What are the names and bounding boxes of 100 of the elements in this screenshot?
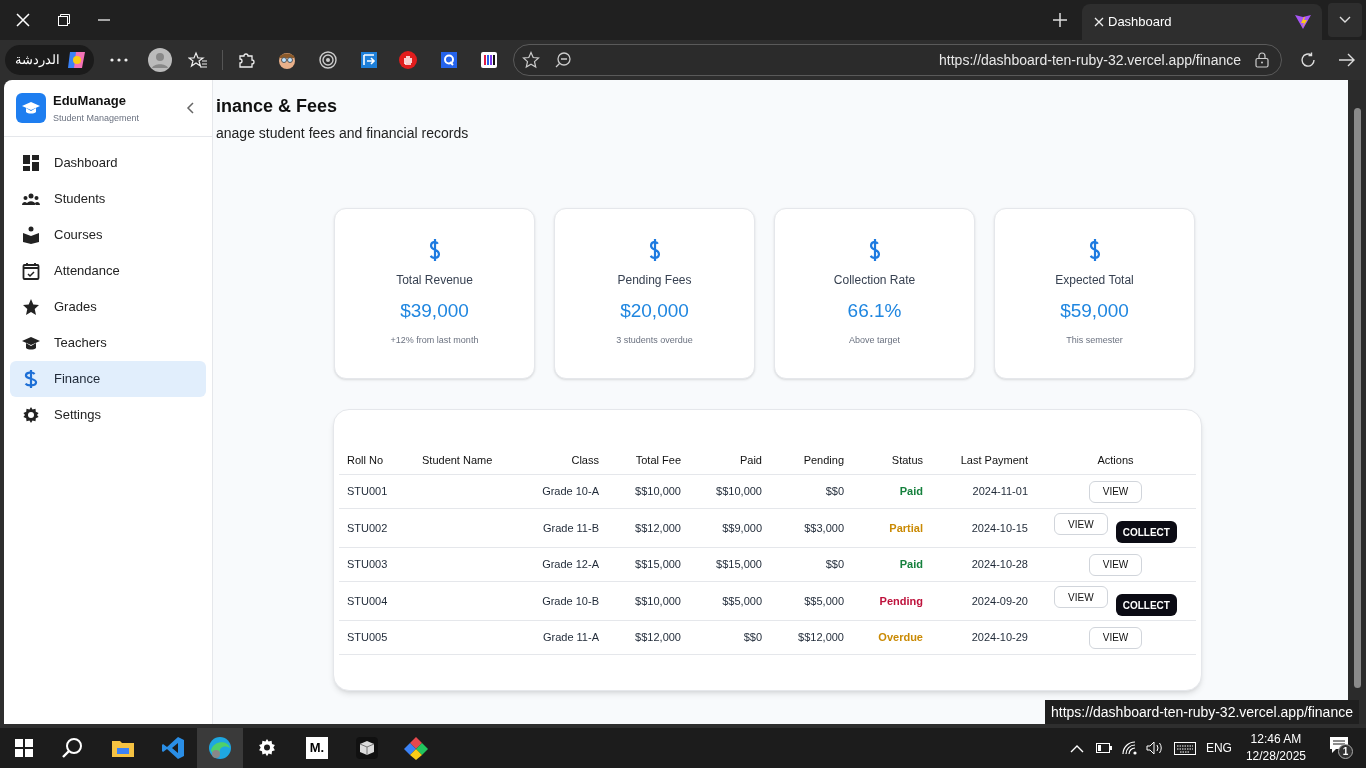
sidebar-item[interactable]: Courses [10,217,206,253]
table-cell-text: Grade 11-B [541,520,600,536]
battery-icon[interactable] [1095,743,1112,753]
table-cell-text: STU004 [346,593,389,609]
view-button[interactable]: VIEW [1088,480,1143,503]
table-cell-text: STU001 [346,484,389,500]
dollar-icon [427,239,442,261]
table-cell-text: STU003 [346,557,389,573]
table-cell-text: 2024-10-28 [970,557,1029,573]
arrow-square-icon[interactable] [361,52,377,68]
folder-icon[interactable] [111,738,135,758]
gear-icon [22,406,40,424]
speaker-icon[interactable] [1145,741,1164,755]
status-text: Paid [898,557,924,573]
new-tab-icon[interactable] [1052,12,1068,28]
table-cell-text: $$0 [824,484,845,500]
page-title: inance & Fees [216,95,339,118]
stat-label: Pending Fees [617,272,692,289]
gear-icon[interactable] [257,738,277,758]
table-cell-text: $$3,000 [803,520,845,536]
sidebar-item[interactable]: Attendance [10,253,206,289]
copilot-chat-button[interactable]: الدردشة [5,45,94,75]
table-cell-text: 2024-11-01 [971,484,1029,500]
bars-square-icon[interactable] [481,52,497,68]
stat-label: Collection Rate [833,272,916,289]
chevron-down-icon [1339,16,1351,24]
brand-subtitle: Student Management [53,112,141,125]
sidebar-item[interactable]: Finance [10,361,206,397]
sidebar-item[interactable]: Students [10,181,206,217]
more-icon[interactable] [110,58,128,62]
reload-icon[interactable] [1300,52,1316,68]
browser-tab[interactable]: Dashboard [1082,4,1322,40]
target-icon[interactable] [319,51,337,69]
collect-button[interactable]: COLLECT [1115,594,1177,616]
wifi-icon[interactable] [1121,741,1138,755]
table-cell-text: $$10,000 [634,593,682,609]
restore-icon[interactable] [58,14,70,26]
table-cell-text: $$0 [824,557,845,573]
table-cell-text: $$5,000 [803,593,845,609]
table-cell-text: $$12,000 [634,630,682,646]
windows-start-icon[interactable] [15,739,33,757]
cartoon-face-icon[interactable] [277,50,297,70]
sidebar-item[interactable]: Grades [10,289,206,325]
table-cell-text: $$10,000 [634,484,682,500]
table-cell-text: Grade 10-B [541,593,600,609]
sidebar-item[interactable]: Settings [10,397,206,433]
column-header: Class [570,453,600,468]
table-cell-text: Grade 11-A [541,630,600,646]
stat-value: 66.1% [847,299,902,323]
cube-icon[interactable] [356,737,378,759]
sidebar-item[interactable]: Teachers [10,325,206,361]
column-header: Paid [738,453,763,468]
search-icon[interactable] [61,737,83,759]
column-header: Total Fee [634,453,682,468]
zoom-out-icon[interactable] [554,51,572,69]
status-text: Overdue [877,630,924,646]
code-editor-icon[interactable] [161,736,185,760]
column-header: Student Name [421,453,494,468]
app-letter-tile[interactable]: M. [306,737,328,759]
lock-icon[interactable] [1255,52,1269,68]
favorites-icon[interactable] [188,51,208,69]
brand-name: EduManage [53,91,127,110]
link-status-tooltip: https://dashboard-ten-ruby-32.vercel.app/finance [1045,700,1359,724]
profile-avatar-icon[interactable] [148,48,172,72]
clock[interactable]: 12:46 AM 12/28/2025 [1245,731,1306,765]
star-icon [22,298,40,316]
collect-button[interactable]: COLLECT [1115,521,1177,543]
star-icon[interactable] [522,51,540,69]
view-button[interactable]: VIEW [1054,513,1108,535]
keyboard-icon[interactable] [1173,741,1196,755]
graduation-cap-icon [22,334,40,352]
table-cell-text: Grade 10-A [541,484,600,500]
notification-center-button[interactable]: 1 [1330,737,1352,759]
browser-taskbar-button[interactable] [197,728,243,768]
address-bar[interactable]: https://dashboard-ten-ruby-32.vercel.app/finance [513,44,1282,76]
forward-arrow-icon[interactable] [1338,53,1356,67]
page-subtitle: anage student fees and financial records [216,124,470,143]
language-indicator[interactable]: ENG [1205,739,1232,757]
stat-note: +12% from last month [390,333,479,347]
view-button[interactable]: VIEW [1088,553,1143,576]
stat-note: This semester [1066,333,1123,347]
view-button[interactable]: VIEW [1088,626,1143,649]
dollar-icon [867,239,882,261]
close-icon[interactable] [1094,17,1104,27]
letter-square-icon[interactable] [441,52,457,68]
puzzle-icon[interactable] [237,51,255,69]
column-header: Roll No [346,453,385,468]
sidebar-item[interactable]: Dashboard [10,145,206,181]
collapse-chevron-icon[interactable] [186,102,194,114]
tab-list-button[interactable] [1328,3,1362,37]
chevron-up-icon[interactable] [1069,743,1084,753]
table-cell-text: $$9,000 [721,520,763,536]
diamond-blocks-icon[interactable] [404,736,428,760]
stat-value: $20,000 [620,299,689,323]
column-header: Pending [802,453,845,468]
table-cell-text: 2024-10-15 [970,520,1029,536]
table-cell-text: 2024-10-29 [970,630,1029,646]
view-button[interactable]: VIEW [1054,586,1108,608]
stat-value: $39,000 [400,299,469,323]
url-text: https://dashboard-ten-ruby-32.vercel.app/finance [939,50,1241,70]
